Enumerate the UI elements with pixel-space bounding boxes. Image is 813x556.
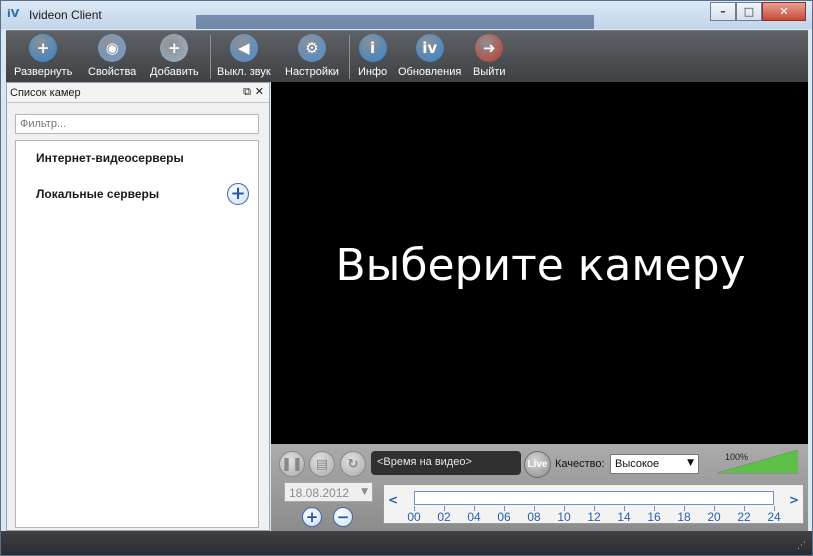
camera-list-panel: Список камер ⧉ ✕ Интернет-видеосерверы Л…: [6, 82, 270, 531]
exit-button[interactable]: ➜ Выйти: [473, 34, 506, 82]
timeline-right-arrow-icon[interactable]: >: [787, 493, 801, 515]
save-disk-icon: ▤: [315, 456, 329, 472]
updates-button[interactable]: iv Обновления: [398, 34, 461, 82]
add-button[interactable]: + Добавить: [150, 34, 199, 82]
mute-button[interactable]: ◀ Выкл. звук: [217, 34, 271, 82]
chevron-down-icon: ▼: [361, 487, 368, 497]
float-panel-icon[interactable]: ⧉: [243, 85, 251, 99]
panel-title: Список камер: [10, 87, 81, 99]
timeline-hour-label: 22: [737, 510, 751, 524]
timeline-hour-label: 20: [707, 510, 721, 524]
timeline-hour-label: 18: [677, 510, 691, 524]
minimize-button[interactable]: –: [710, 2, 736, 21]
toolbar-label: Добавить: [150, 66, 199, 78]
playback-controls: ❚❚ ▤ ↻ <Время на видео> Live Качество: В…: [271, 444, 808, 531]
settings-gear-icon: ⚙: [297, 34, 326, 62]
window-title: Ivideon Client: [29, 8, 102, 22]
timeline-hour-label: 04: [467, 510, 481, 524]
info-icon: i: [358, 34, 387, 62]
toolbar-label: Инфо: [358, 66, 388, 78]
toolbar-label: Выкл. звук: [217, 66, 271, 78]
speaker-icon: ◀: [229, 34, 258, 62]
close-button[interactable]: ✕: [762, 2, 806, 21]
info-button[interactable]: i Инфо: [358, 34, 387, 82]
quality-value: Высокое: [615, 458, 660, 470]
update-iv-icon: iv: [415, 34, 444, 62]
timeline-hour-label: 00: [407, 510, 421, 524]
chevron-down-icon: ▼: [687, 458, 694, 468]
quality-select[interactable]: Высокое ▼: [610, 454, 699, 474]
timeline-hour-label: 24: [767, 510, 781, 524]
refresh-icon: ↻: [347, 456, 359, 472]
timeline-hour-label: 14: [617, 510, 631, 524]
live-button[interactable]: Live: [524, 451, 551, 478]
close-panel-icon[interactable]: ✕: [255, 85, 264, 98]
tree-group-local-servers[interactable]: Локальные серверы: [36, 187, 159, 201]
toolbar-label: Свойства: [88, 66, 137, 78]
pause-icon: ❚❚: [281, 456, 303, 472]
maximize-button[interactable]: □: [736, 2, 762, 21]
timeline-hour-label: 10: [557, 510, 571, 524]
date-picker[interactable]: 18.08.2012 ▼: [284, 482, 373, 502]
pause-button[interactable]: ❚❚: [279, 451, 305, 477]
volume-level-text: 100%: [725, 452, 749, 462]
add-camera-icon: +: [160, 34, 189, 62]
toolbar-label: Выйти: [473, 66, 506, 78]
properties-button[interactable]: ◉ Свойства: [88, 34, 136, 82]
camera-tree: Интернет-видеосерверы Локальные серверы …: [15, 140, 259, 528]
timeline[interactable]: < 00 02 04 06 08 10 12 14 16 18 20 22 24 >: [383, 484, 804, 524]
title-bar[interactable]: iV Ivideon Client – □ ✕: [1, 1, 812, 29]
expand-button[interactable]: + Развернуть: [14, 34, 72, 82]
app-logo-icon: iV: [7, 7, 20, 20]
exit-door-icon: ➜: [475, 34, 504, 62]
background-window-ghost: [196, 15, 594, 29]
add-local-server-icon[interactable]: +: [227, 183, 249, 205]
timeline-track[interactable]: [414, 491, 774, 505]
timeline-hour-label: 02: [437, 510, 451, 524]
date-value: 18.08.2012: [289, 486, 350, 500]
refresh-button[interactable]: ↻: [340, 451, 366, 477]
timeline-hour-label: 08: [527, 510, 541, 524]
timeline-hour-label: 06: [497, 510, 511, 524]
window-controls: – □ ✕: [710, 2, 806, 22]
toolbar-label: Обновления: [398, 66, 462, 78]
save-button[interactable]: ▤: [309, 451, 335, 477]
zoom-out-button[interactable]: −: [333, 507, 353, 527]
toolbar-label: Развернуть: [14, 66, 73, 78]
toolbar-separator: [349, 35, 350, 79]
panel-header: Список камер ⧉ ✕: [7, 83, 269, 103]
filter-input[interactable]: [15, 114, 259, 134]
expand-plus-icon: +: [29, 34, 58, 62]
select-camera-message: Выберите камеру: [335, 240, 746, 291]
quality-label: Качество:: [555, 458, 605, 470]
main-toolbar: + Развернуть ◉ Свойства + Добавить ◀ Вык…: [6, 30, 808, 82]
timeline-hour-label: 12: [587, 510, 601, 524]
resize-grip-icon[interactable]: ⋰: [797, 541, 806, 551]
video-time-display: <Время на видео>: [371, 451, 521, 475]
app-window: iV Ivideon Client – □ ✕ + Развернуть ◉ С…: [0, 0, 813, 556]
zoom-in-button[interactable]: +: [302, 507, 322, 527]
timeline-hour-label: 16: [647, 510, 661, 524]
timeline-hour-labels: 00 02 04 06 08 10 12 14 16 18 20 22 24: [384, 510, 805, 524]
status-bar: ⋰: [1, 531, 812, 555]
tree-group-internet-servers[interactable]: Интернет-видеосерверы: [36, 151, 184, 165]
settings-button[interactable]: ⚙ Настройки: [285, 34, 339, 82]
toolbar-label: Настройки: [285, 66, 339, 78]
video-area[interactable]: Выберите камеру: [271, 82, 808, 444]
toolbar-separator: [210, 35, 211, 79]
camera-properties-icon: ◉: [98, 34, 127, 62]
